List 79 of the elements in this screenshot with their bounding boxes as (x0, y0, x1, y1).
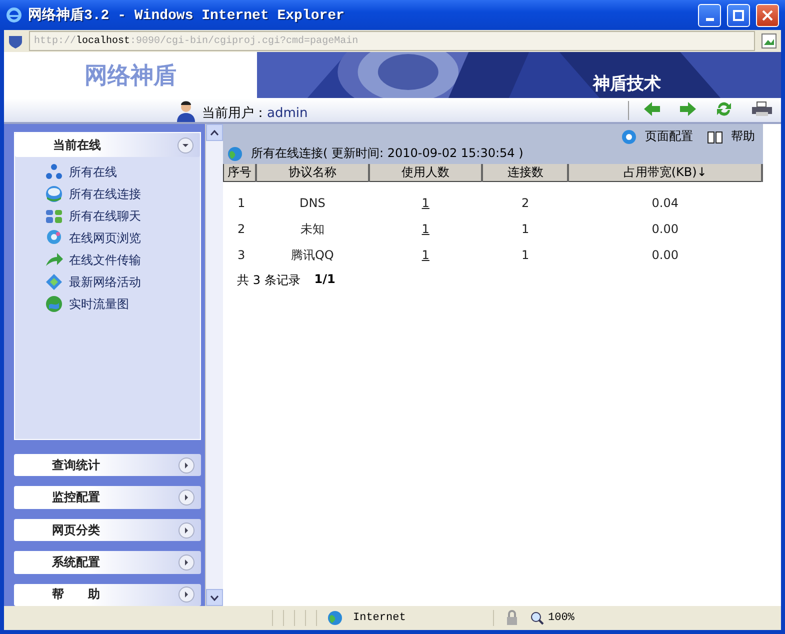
maximize-button[interactable] (727, 4, 750, 26)
menu-section-header[interactable]: 当前在线 (15, 133, 200, 157)
lock-icon (504, 610, 520, 626)
table-link[interactable]: 1 (422, 248, 430, 262)
table-cell: 1 (521, 222, 530, 236)
menu-item-icon (45, 185, 63, 203)
table-cell: 未知 (300, 222, 324, 236)
picture-icon[interactable] (761, 33, 777, 49)
expand-icon[interactable] (178, 456, 195, 474)
back-icon[interactable] (643, 100, 661, 116)
menu-item[interactable]: 在线网页浏览 (45, 229, 200, 247)
menu-item[interactable]: 所有在线聊天 (45, 207, 200, 225)
expand-icon[interactable] (178, 522, 195, 539)
menu-section-header[interactable]: 系统配置 (14, 551, 201, 574)
close-icon (762, 10, 773, 20)
menu-item-icon (45, 295, 63, 313)
page-number: 1/1 (314, 272, 336, 288)
menu-item-icon (45, 163, 63, 181)
expand-icon[interactable] (178, 554, 195, 571)
globe-icon (327, 610, 343, 626)
maximize-icon (733, 10, 744, 20)
scroll-down-icon[interactable] (206, 589, 223, 606)
table-cell: 0.00 (652, 222, 678, 236)
scroll-up-icon[interactable] (206, 124, 223, 141)
menu-item-icon (45, 273, 63, 291)
table-cell: 1 (521, 248, 530, 262)
menu-item[interactable]: 所有在线 (45, 163, 200, 181)
current-user-text: 当前用户：admin (202, 105, 308, 122)
column-header: 使用人数 (369, 164, 482, 182)
record-count: 共 3 条记录 (237, 272, 300, 289)
zoom-level[interactable]: 100% (530, 611, 574, 625)
menu-item[interactable]: 在线文件传输 (45, 251, 200, 269)
forward-icon[interactable] (679, 100, 697, 116)
banner-title: 神盾技术 (593, 73, 661, 95)
menu-item[interactable]: 实时流量图 (45, 295, 200, 313)
menu-item[interactable]: 最新网络活动 (45, 273, 200, 291)
refresh-icon[interactable] (715, 100, 733, 116)
column-header: 序号 (224, 164, 256, 182)
menu-section-header[interactable]: 网页分类 (14, 518, 201, 542)
column-header: 占用带宽(KB)↓ (568, 164, 762, 182)
globe-icon (227, 146, 243, 162)
menu-item[interactable]: 所有在线连接 (45, 185, 200, 203)
table-cell: DNS (299, 196, 326, 210)
scrollbar[interactable] (205, 124, 223, 606)
panel-title: 所有在线连接( 更新时间: 2010-09-02 15:30:54 ) (251, 145, 524, 162)
table-cell: 0.00 (652, 248, 678, 262)
address-field[interactable]: http://localhost:9090/cgi-bin/cgiproj.cgi?cmd=pageMain (29, 31, 755, 51)
table-cell: 腾讯QQ (290, 248, 334, 262)
shield-icon (8, 34, 23, 48)
table-cell: 2 (238, 222, 246, 236)
help-link[interactable]: 帮助 (707, 128, 755, 145)
column-header: 协议名称 (256, 164, 370, 182)
minimize-icon (706, 18, 714, 20)
menu-item-icon (45, 207, 63, 225)
menu-item-icon (45, 229, 63, 247)
table-cell: 2 (521, 196, 530, 210)
minimize-button[interactable] (698, 4, 721, 26)
collapse-icon[interactable] (177, 136, 194, 154)
page-config-link[interactable]: 页面配置 (621, 128, 693, 145)
expand-icon[interactable] (178, 586, 195, 604)
table-cell: 3 (238, 248, 246, 262)
column-header: 连接数 (482, 164, 568, 182)
table-link[interactable]: 1 (422, 196, 430, 210)
expand-icon[interactable] (178, 489, 195, 506)
menu-section-header[interactable]: 监控配置 (14, 486, 201, 509)
zone-text: Internet (353, 612, 407, 624)
browser-icon (6, 7, 22, 23)
user-icon (176, 100, 196, 122)
table-cell: 0.04 (652, 196, 678, 210)
print-icon[interactable] (751, 100, 773, 116)
window-title: 网络神盾3.2 - Windows Internet Explorer (28, 6, 346, 24)
table-cell: 1 (238, 196, 246, 210)
close-button[interactable] (756, 4, 779, 26)
menu-item-icon (45, 251, 63, 269)
zoom-icon (530, 611, 544, 625)
menu-section-header[interactable]: 帮 助 (14, 584, 201, 606)
menu-section-header[interactable]: 查询统计 (14, 454, 201, 476)
book-icon (707, 130, 723, 144)
table-link[interactable]: 1 (422, 222, 430, 236)
